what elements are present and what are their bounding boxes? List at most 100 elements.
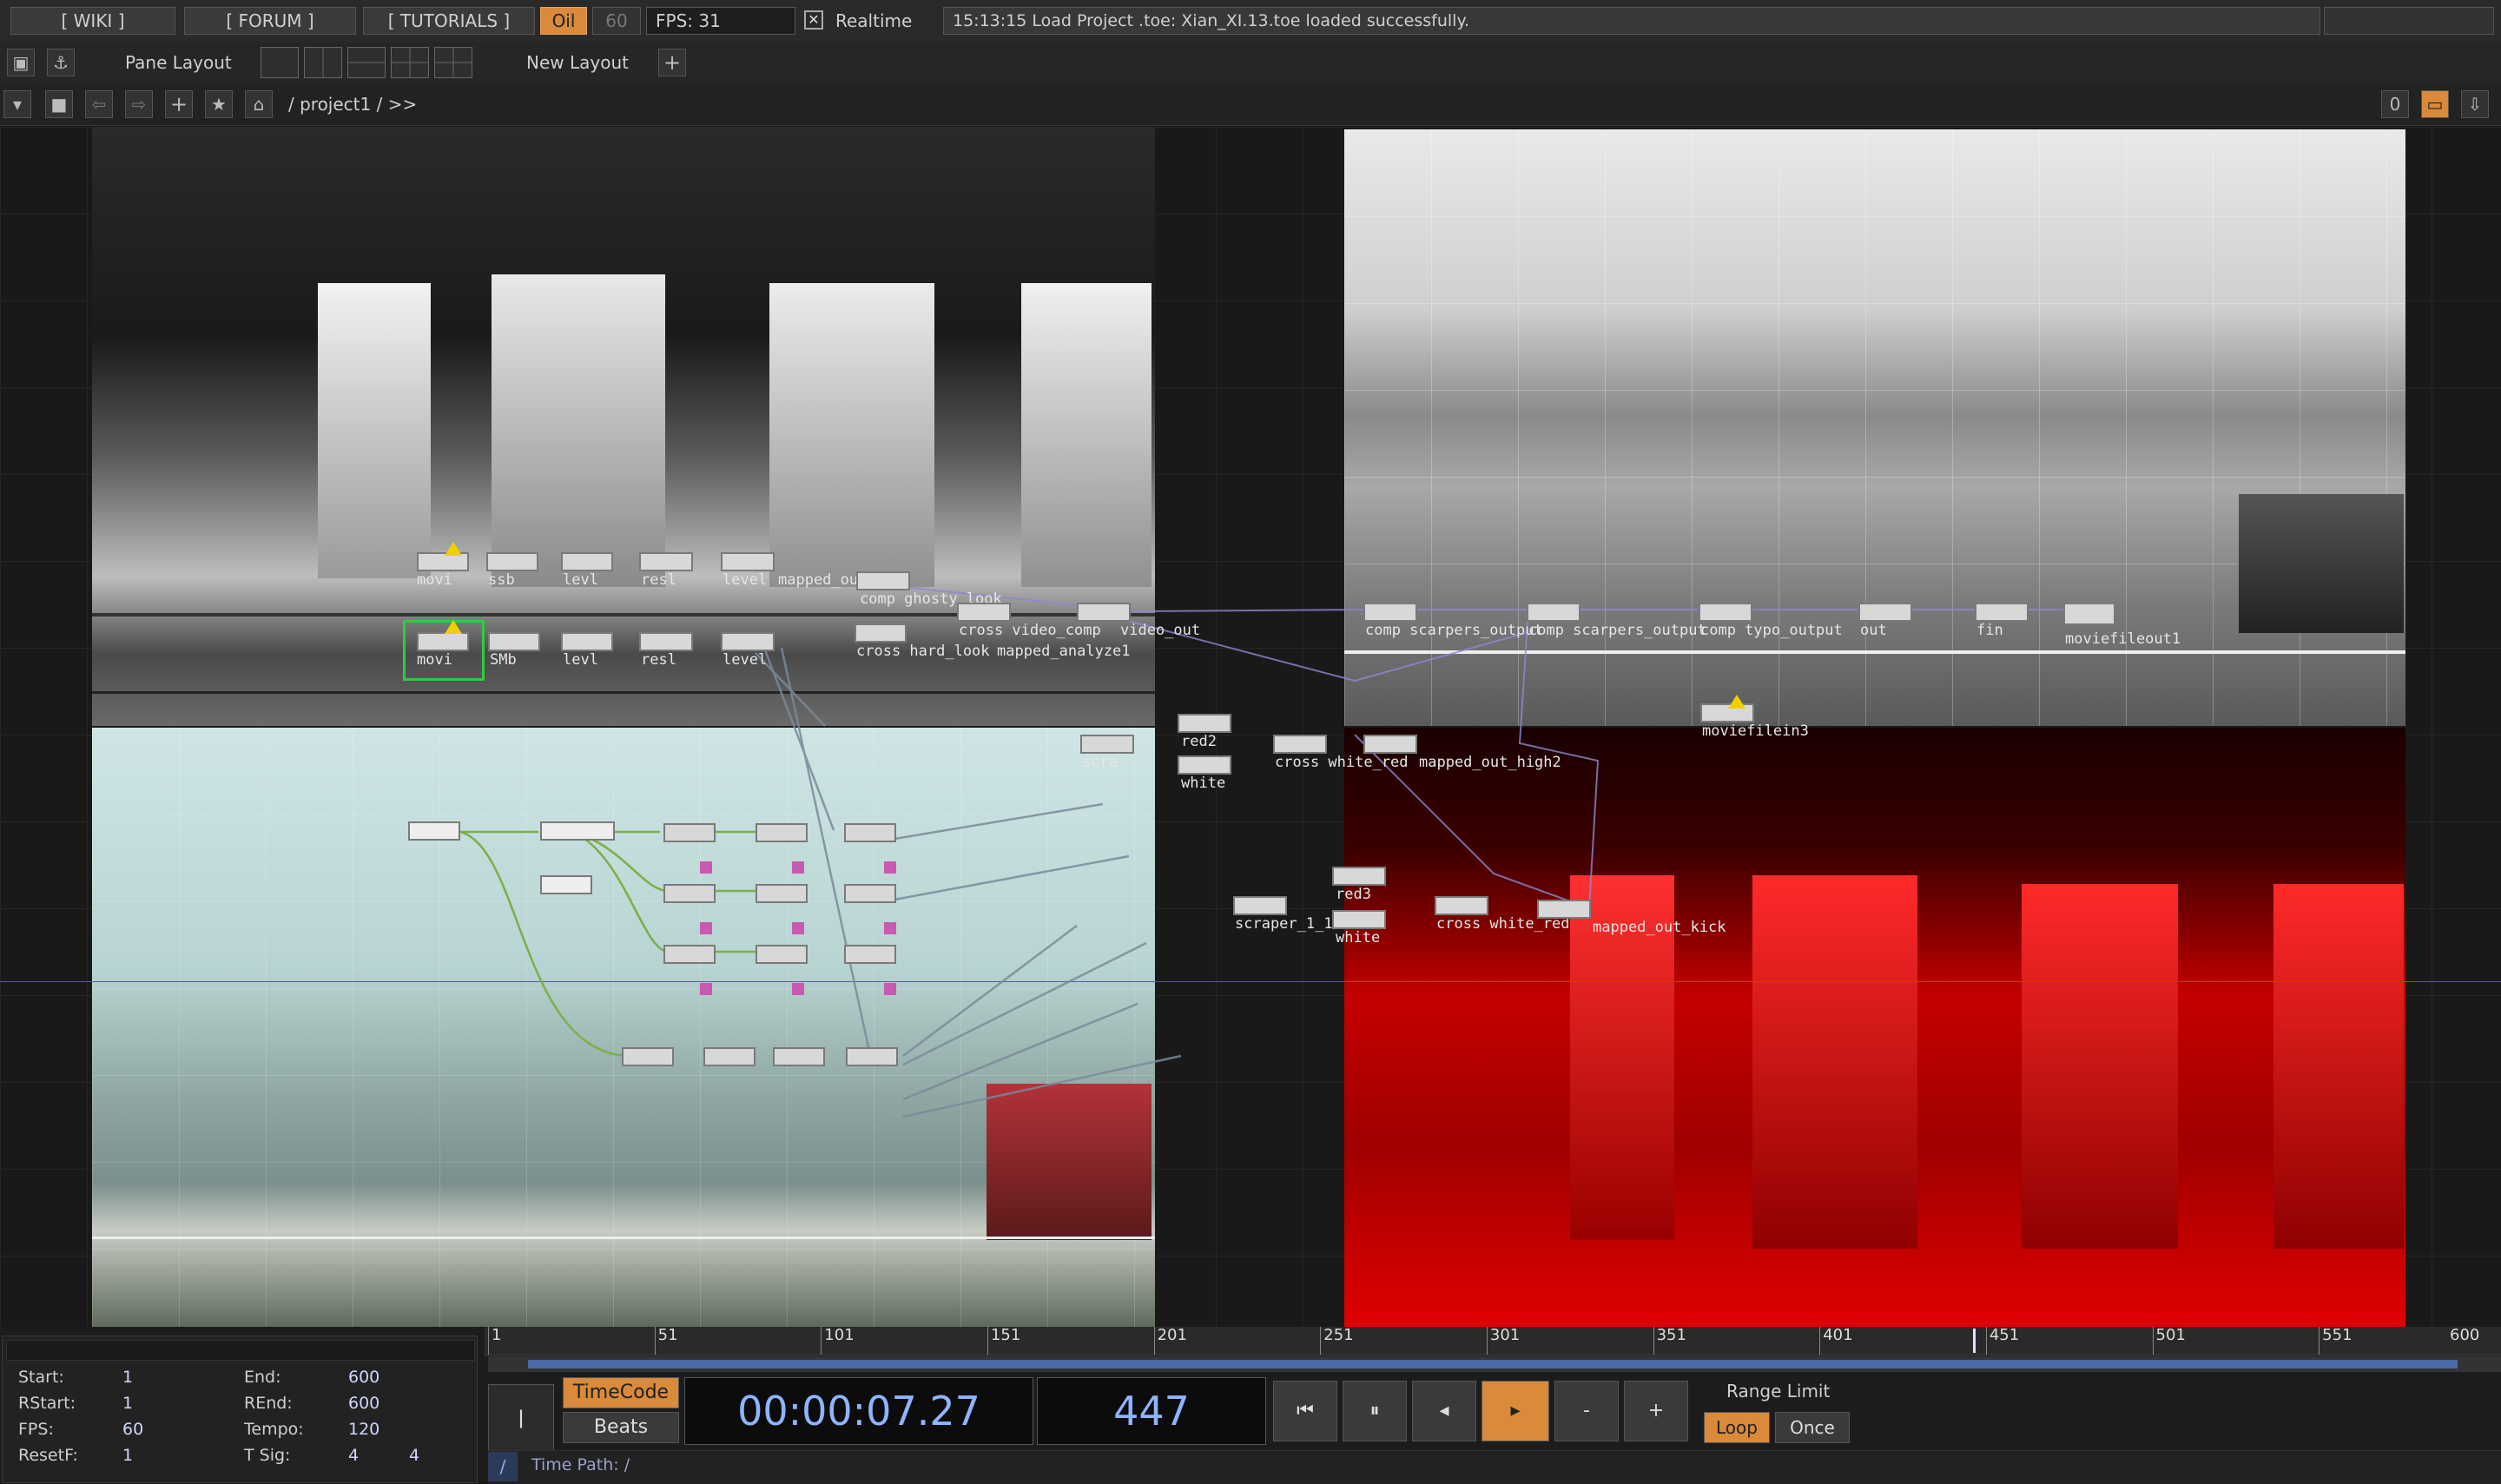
layout-quad-icon[interactable]	[434, 47, 472, 78]
tutorials-button[interactable]: [ TUTORIALS ]	[363, 7, 535, 35]
forward-arrow-icon[interactable]: ⇨	[125, 90, 153, 118]
node-mapped-out-kick[interactable]	[1537, 900, 1591, 919]
frame-display[interactable]: 447	[1037, 1377, 1266, 1445]
node-audio-bottom-3[interactable]	[773, 1047, 825, 1066]
beats-button[interactable]: Beats	[563, 1412, 679, 1443]
node-comp-ghosty[interactable]	[856, 571, 910, 590]
time-display[interactable]: 00:00:07.27	[684, 1377, 1033, 1445]
node-comp-scarpers-1[interactable]	[1363, 603, 1417, 622]
home-icon[interactable]: ⌂	[245, 90, 273, 118]
viewer-icon[interactable]: ▣	[7, 49, 35, 76]
tsig-value-b[interactable]: 4	[409, 1446, 419, 1465]
top-right-field[interactable]	[2324, 7, 2494, 35]
node-audio-math-1[interactable]	[663, 823, 716, 842]
node-mapped-out-high2[interactable]	[1363, 735, 1417, 754]
white-2-label: white	[1336, 929, 1381, 946]
node-audio-null-2[interactable]	[844, 884, 896, 903]
layout-hsplit-icon[interactable]	[347, 47, 386, 78]
timeline-range-bar[interactable]	[528, 1360, 2458, 1369]
play-pause-left-button[interactable]: ǀ	[488, 1384, 554, 1454]
wiki-button[interactable]: [ WIKI ]	[10, 7, 175, 35]
step-back-button[interactable]: -	[1554, 1381, 1619, 1441]
step-forward-button[interactable]: +	[1624, 1381, 1688, 1441]
node-audio-2[interactable]	[540, 875, 592, 894]
star-icon[interactable]: ★	[205, 90, 233, 118]
timeline-tick: 351	[1653, 1327, 1686, 1355]
node-white-1[interactable]	[1178, 755, 1231, 775]
tempo-value[interactable]: 120	[348, 1420, 379, 1439]
tsig-value-a[interactable]: 4	[348, 1446, 359, 1465]
end-value[interactable]: 600	[348, 1368, 379, 1387]
node-white-2[interactable]	[1332, 910, 1386, 929]
node-level-2[interactable]	[721, 552, 775, 571]
loop-button[interactable]: Loop	[1704, 1412, 1770, 1443]
time-path-root[interactable]: /	[488, 1452, 518, 1481]
sixty-button[interactable]: 60	[592, 7, 641, 35]
skip-to-start-icon[interactable]: ⏮	[1273, 1381, 1337, 1441]
node-audio-null-3[interactable]	[844, 945, 896, 964]
node-moviefilein3[interactable]	[1700, 703, 1754, 722]
rstart-value[interactable]: 1	[122, 1394, 133, 1413]
node-audio-bottom-1[interactable]	[622, 1047, 674, 1066]
layout-single-icon[interactable]	[261, 47, 299, 78]
start-value[interactable]: 1	[122, 1368, 133, 1387]
node-scra[interactable]	[1080, 735, 1134, 754]
node-ssb[interactable]	[486, 552, 538, 571]
node-red3[interactable]	[1332, 867, 1386, 886]
add-icon[interactable]: +	[165, 90, 193, 118]
node-cross-hard[interactable]	[855, 623, 907, 643]
fps-value[interactable]: 60	[122, 1420, 143, 1439]
add-layout-button[interactable]: +	[658, 49, 686, 76]
node-audio-math-5[interactable]	[663, 945, 716, 964]
node-scraper[interactable]	[1233, 896, 1287, 915]
download-icon[interactable]: ⇩	[2461, 90, 2489, 118]
node-audio-math-3[interactable]	[663, 884, 716, 903]
node-audio-in[interactable]	[408, 821, 460, 841]
node-audio-analyze[interactable]	[540, 821, 615, 841]
timecode-button[interactable]: TimeCode	[563, 1377, 679, 1408]
play-reverse-icon[interactable]: ◂	[1412, 1381, 1476, 1441]
anchor-icon[interactable]: ⚓	[47, 49, 75, 76]
panel-icon[interactable]: ▭	[2421, 90, 2449, 118]
node-fin[interactable]	[1975, 603, 2029, 622]
node-audio-math-2[interactable]	[756, 823, 808, 842]
forum-button[interactable]: [ FORUM ]	[184, 7, 356, 35]
realtime-checkbox[interactable]: ✕	[804, 10, 823, 30]
node-comp-scarpers-2[interactable]	[1527, 603, 1580, 622]
node-red2[interactable]	[1178, 714, 1231, 733]
layout-triple-icon[interactable]	[391, 47, 429, 78]
oil-button[interactable]: Oil	[540, 7, 587, 35]
node-audio-bottom-4[interactable]	[846, 1047, 898, 1066]
playhead[interactable]	[1972, 1329, 1976, 1353]
node-audio-null-1[interactable]	[844, 823, 896, 842]
node-comp-typo[interactable]	[1699, 603, 1752, 622]
node-out[interactable]	[1858, 603, 1912, 622]
timeline-ruler[interactable]: 1 51 101 151 201 251 301 351 401 451 501 551 600	[485, 1327, 2501, 1355]
node-level-4[interactable]	[721, 632, 775, 651]
node-audio-bottom-2[interactable]	[703, 1047, 756, 1066]
node-audio-math-6[interactable]	[756, 945, 808, 964]
network-path[interactable]: / project1 / >>	[288, 90, 417, 118]
chevron-down-icon[interactable]: ▾	[3, 90, 31, 118]
node-level-1[interactable]	[561, 552, 613, 571]
play-forward-icon[interactable]: ▸	[1481, 1381, 1549, 1441]
node-audio-math-4[interactable]	[756, 884, 808, 903]
node-moviefileout1[interactable]	[2063, 603, 2115, 625]
resetf-value[interactable]: 1	[122, 1446, 133, 1465]
node-video-out[interactable]	[1077, 603, 1131, 622]
layout-vsplit-icon[interactable]	[304, 47, 342, 78]
node-cross-white-2[interactable]	[1435, 896, 1488, 915]
once-button[interactable]: Once	[1775, 1412, 1850, 1443]
node-smb[interactable]	[488, 632, 540, 651]
rend-value[interactable]: 600	[348, 1394, 379, 1413]
network-editor[interactable]: movi ssb levl resl level mapped_out_high…	[0, 127, 2501, 1327]
back-arrow-icon[interactable]: ⇦	[85, 90, 113, 118]
node-cross-white-1[interactable]	[1273, 735, 1327, 754]
pause-icon[interactable]: ⏸	[1343, 1381, 1407, 1441]
stop-icon[interactable]: ■	[45, 90, 73, 118]
node-movie-2[interactable]	[417, 632, 469, 651]
node-resl-2[interactable]	[639, 632, 693, 651]
node-resl-1[interactable]	[639, 552, 693, 571]
node-cross-video[interactable]	[957, 603, 1011, 622]
node-level-3[interactable]	[561, 632, 613, 651]
